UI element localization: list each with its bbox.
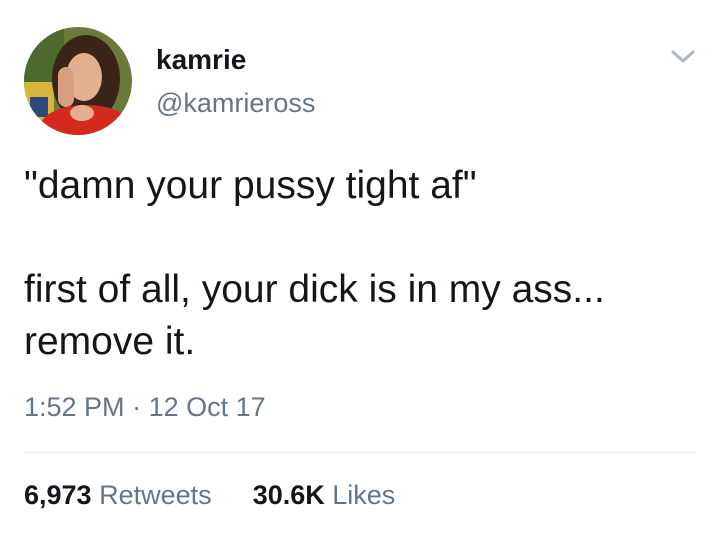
tweet-line: first of all, your dick is in my ass... xyxy=(24,268,605,311)
engagement-stats: 6,973 Retweets 30.6K Likes xyxy=(24,480,395,511)
avatar[interactable] xyxy=(24,27,132,135)
likes-stat[interactable]: 30.6K Likes xyxy=(245,480,396,510)
likes-count: 30.6K xyxy=(252,480,325,510)
username-handle[interactable]: @kamrieross xyxy=(156,88,315,119)
tweet-line: "damn your pussy tight af" xyxy=(24,164,477,207)
chevron-down-icon[interactable] xyxy=(668,46,698,68)
likes-label: Likes xyxy=(332,480,396,510)
display-name[interactable]: kamrie xyxy=(156,44,246,76)
tweet-text: "damn your pussy tight af" first of all,… xyxy=(24,160,704,368)
tweet-time: 1:52 PM xyxy=(24,392,125,422)
timestamp[interactable]: 1:52 PM · 12 Oct 17 xyxy=(24,392,266,423)
avatar-image xyxy=(24,27,132,135)
meta-separator: · xyxy=(132,392,142,422)
tweet-date: 12 Oct 17 xyxy=(148,392,266,422)
retweets-label: Retweets xyxy=(99,480,212,510)
tweet-card: kamrie @kamrieross "damn your pussy tigh… xyxy=(0,0,720,537)
retweets-stat[interactable]: 6,973 Retweets xyxy=(24,480,219,510)
tweet-line: remove it. xyxy=(24,320,196,363)
divider xyxy=(24,452,696,453)
retweets-count: 6,973 xyxy=(24,480,92,510)
